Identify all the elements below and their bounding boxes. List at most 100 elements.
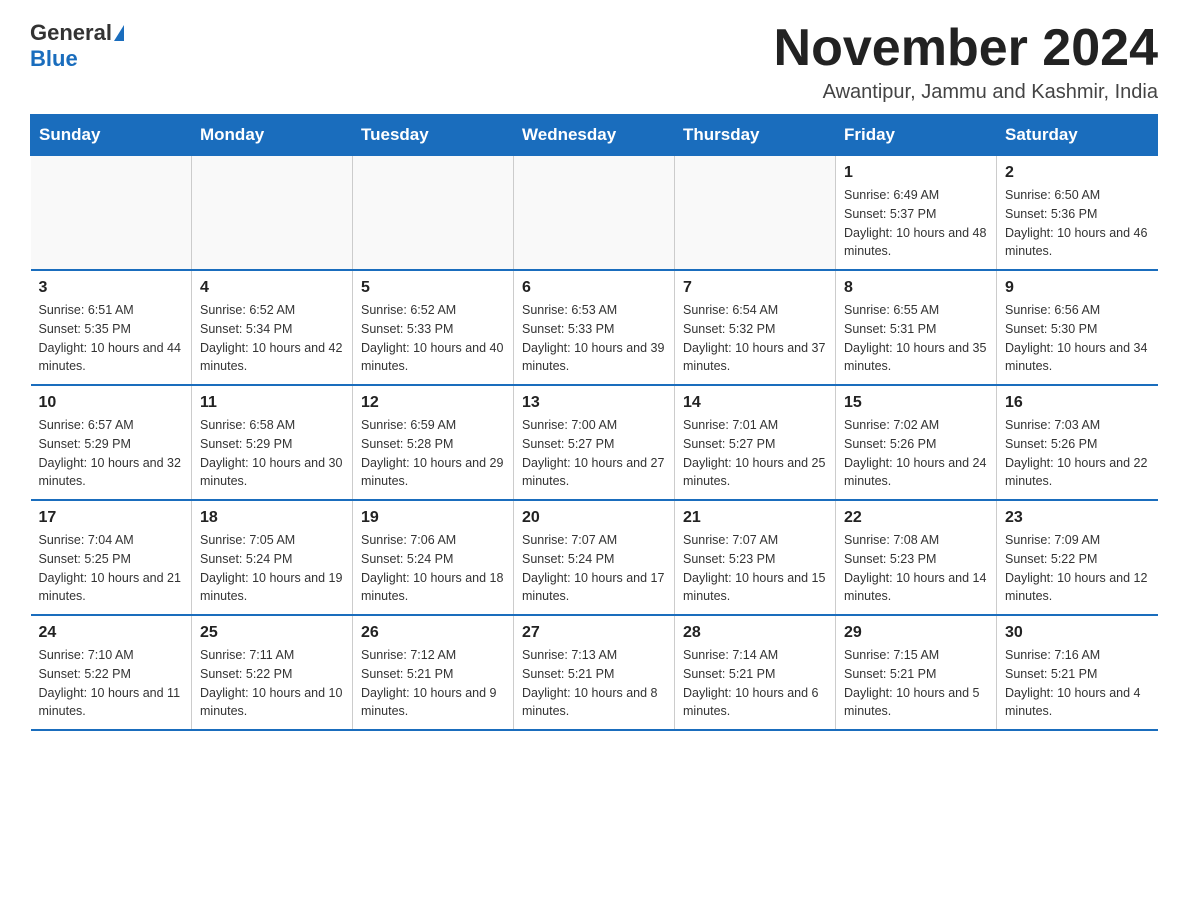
day-info: Sunrise: 7:04 AMSunset: 5:25 PMDaylight:… bbox=[39, 531, 184, 606]
calendar-cell: 30 Sunrise: 7:16 AMSunset: 5:21 PMDayligh… bbox=[997, 615, 1158, 730]
logo: General Blue bbox=[30, 20, 124, 72]
calendar-cell bbox=[192, 156, 353, 271]
day-info: Sunrise: 6:52 AMSunset: 5:33 PMDaylight:… bbox=[361, 301, 505, 376]
day-number: 29 bbox=[844, 624, 988, 642]
day-number: 13 bbox=[522, 394, 666, 412]
day-info: Sunrise: 6:52 AMSunset: 5:34 PMDaylight:… bbox=[200, 301, 344, 376]
day-number: 6 bbox=[522, 279, 666, 297]
calendar-week-row: 3 Sunrise: 6:51 AMSunset: 5:35 PMDaylight… bbox=[31, 270, 1158, 385]
weekday-header-saturday: Saturday bbox=[997, 115, 1158, 156]
day-info: Sunrise: 6:49 AMSunset: 5:37 PMDaylight:… bbox=[844, 186, 988, 261]
day-info: Sunrise: 7:06 AMSunset: 5:24 PMDaylight:… bbox=[361, 531, 505, 606]
day-info: Sunrise: 6:53 AMSunset: 5:33 PMDaylight:… bbox=[522, 301, 666, 376]
day-number: 25 bbox=[200, 624, 344, 642]
calendar-cell: 10Sunrise: 6:57 AMSunset: 5:29 PMDayligh… bbox=[31, 385, 192, 500]
weekday-header-row: SundayMondayTuesdayWednesdayThursdayFrid… bbox=[31, 115, 1158, 156]
page-header: General Blue November 2024 Awantipur, Ja… bbox=[30, 20, 1158, 104]
calendar-cell: 16 Sunrise: 7:03 AMSunset: 5:26 PMDayligh… bbox=[997, 385, 1158, 500]
calendar-cell: 20 Sunrise: 7:07 AMSunset: 5:24 PMDayligh… bbox=[514, 500, 675, 615]
calendar-cell: 19 Sunrise: 7:06 AMSunset: 5:24 PMDayligh… bbox=[353, 500, 514, 615]
title-block: November 2024 Awantipur, Jammu and Kashm… bbox=[774, 20, 1158, 104]
calendar-cell: 28Sunrise: 7:14 AMSunset: 5:21 PMDayligh… bbox=[675, 615, 836, 730]
day-number: 18 bbox=[200, 509, 344, 527]
day-info: Sunrise: 7:07 AMSunset: 5:23 PMDaylight:… bbox=[683, 531, 827, 606]
calendar-cell: 4 Sunrise: 6:52 AMSunset: 5:34 PMDaylight… bbox=[192, 270, 353, 385]
day-number: 26 bbox=[361, 624, 505, 642]
calendar-cell: 23 Sunrise: 7:09 AMSunset: 5:22 PMDayligh… bbox=[997, 500, 1158, 615]
calendar-cell: 1 Sunrise: 6:49 AMSunset: 5:37 PMDaylight… bbox=[836, 156, 997, 271]
calendar-cell: 14Sunrise: 7:01 AMSunset: 5:27 PMDayligh… bbox=[675, 385, 836, 500]
calendar-cell: 11 Sunrise: 6:58 AMSunset: 5:29 PMDayligh… bbox=[192, 385, 353, 500]
day-info: Sunrise: 6:50 AMSunset: 5:36 PMDaylight:… bbox=[1005, 186, 1150, 261]
month-title: November 2024 bbox=[774, 20, 1158, 77]
day-number: 22 bbox=[844, 509, 988, 527]
weekday-header-friday: Friday bbox=[836, 115, 997, 156]
day-number: 20 bbox=[522, 509, 666, 527]
calendar-cell bbox=[675, 156, 836, 271]
day-info: Sunrise: 7:10 AMSunset: 5:22 PMDaylight:… bbox=[39, 646, 184, 721]
calendar-table: SundayMondayTuesdayWednesdayThursdayFrid… bbox=[30, 114, 1158, 731]
calendar-week-row: 10Sunrise: 6:57 AMSunset: 5:29 PMDayligh… bbox=[31, 385, 1158, 500]
day-number: 19 bbox=[361, 509, 505, 527]
day-info: Sunrise: 7:05 AMSunset: 5:24 PMDaylight:… bbox=[200, 531, 344, 606]
weekday-header-wednesday: Wednesday bbox=[514, 115, 675, 156]
day-number: 1 bbox=[844, 164, 988, 182]
day-info: Sunrise: 6:51 AMSunset: 5:35 PMDaylight:… bbox=[39, 301, 184, 376]
calendar-cell: 25 Sunrise: 7:11 AMSunset: 5:22 PMDayligh… bbox=[192, 615, 353, 730]
day-info: Sunrise: 7:02 AMSunset: 5:26 PMDaylight:… bbox=[844, 416, 988, 491]
day-number: 7 bbox=[683, 279, 827, 297]
day-number: 4 bbox=[200, 279, 344, 297]
day-number: 17 bbox=[39, 509, 184, 527]
day-info: Sunrise: 6:55 AMSunset: 5:31 PMDaylight:… bbox=[844, 301, 988, 376]
day-number: 9 bbox=[1005, 279, 1150, 297]
day-number: 8 bbox=[844, 279, 988, 297]
logo-general: General bbox=[30, 20, 112, 46]
day-info: Sunrise: 7:11 AMSunset: 5:22 PMDaylight:… bbox=[200, 646, 344, 721]
day-number: 16 bbox=[1005, 394, 1150, 412]
day-info: Sunrise: 6:58 AMSunset: 5:29 PMDaylight:… bbox=[200, 416, 344, 491]
day-info: Sunrise: 7:09 AMSunset: 5:22 PMDaylight:… bbox=[1005, 531, 1150, 606]
calendar-cell: 2Sunrise: 6:50 AMSunset: 5:36 PMDaylight… bbox=[997, 156, 1158, 271]
day-number: 5 bbox=[361, 279, 505, 297]
calendar-cell: 12Sunrise: 6:59 AMSunset: 5:28 PMDayligh… bbox=[353, 385, 514, 500]
calendar-cell: 26Sunrise: 7:12 AMSunset: 5:21 PMDayligh… bbox=[353, 615, 514, 730]
day-info: Sunrise: 7:03 AMSunset: 5:26 PMDaylight:… bbox=[1005, 416, 1150, 491]
calendar-cell: 17 Sunrise: 7:04 AMSunset: 5:25 PMDayligh… bbox=[31, 500, 192, 615]
day-info: Sunrise: 7:14 AMSunset: 5:21 PMDaylight:… bbox=[683, 646, 827, 721]
day-number: 11 bbox=[200, 394, 344, 412]
day-number: 30 bbox=[1005, 624, 1150, 642]
calendar-cell bbox=[353, 156, 514, 271]
calendar-cell: 7 Sunrise: 6:54 AMSunset: 5:32 PMDaylight… bbox=[675, 270, 836, 385]
day-number: 23 bbox=[1005, 509, 1150, 527]
logo-blue: Blue bbox=[30, 46, 78, 72]
calendar-cell bbox=[514, 156, 675, 271]
calendar-cell: 5 Sunrise: 6:52 AMSunset: 5:33 PMDaylight… bbox=[353, 270, 514, 385]
day-info: Sunrise: 7:16 AMSunset: 5:21 PMDaylight:… bbox=[1005, 646, 1150, 721]
calendar-week-row: 1 Sunrise: 6:49 AMSunset: 5:37 PMDaylight… bbox=[31, 156, 1158, 271]
calendar-week-row: 24 Sunrise: 7:10 AMSunset: 5:22 PMDayligh… bbox=[31, 615, 1158, 730]
day-number: 10 bbox=[39, 394, 184, 412]
day-number: 27 bbox=[522, 624, 666, 642]
day-number: 12 bbox=[361, 394, 505, 412]
calendar-cell: 18 Sunrise: 7:05 AMSunset: 5:24 PMDayligh… bbox=[192, 500, 353, 615]
day-info: Sunrise: 7:15 AMSunset: 5:21 PMDaylight:… bbox=[844, 646, 988, 721]
day-number: 14 bbox=[683, 394, 827, 412]
calendar-cell: 13Sunrise: 7:00 AMSunset: 5:27 PMDayligh… bbox=[514, 385, 675, 500]
day-number: 24 bbox=[39, 624, 184, 642]
calendar-cell: 15Sunrise: 7:02 AMSunset: 5:26 PMDayligh… bbox=[836, 385, 997, 500]
calendar-cell: 21Sunrise: 7:07 AMSunset: 5:23 PMDayligh… bbox=[675, 500, 836, 615]
calendar-week-row: 17 Sunrise: 7:04 AMSunset: 5:25 PMDayligh… bbox=[31, 500, 1158, 615]
day-info: Sunrise: 6:56 AMSunset: 5:30 PMDaylight:… bbox=[1005, 301, 1150, 376]
day-number: 3 bbox=[39, 279, 184, 297]
day-info: Sunrise: 7:07 AMSunset: 5:24 PMDaylight:… bbox=[522, 531, 666, 606]
calendar-cell: 24 Sunrise: 7:10 AMSunset: 5:22 PMDayligh… bbox=[31, 615, 192, 730]
weekday-header-sunday: Sunday bbox=[31, 115, 192, 156]
calendar-cell: 8 Sunrise: 6:55 AMSunset: 5:31 PMDaylight… bbox=[836, 270, 997, 385]
calendar-cell: 27 Sunrise: 7:13 AMSunset: 5:21 PMDayligh… bbox=[514, 615, 675, 730]
logo-triangle-icon bbox=[114, 25, 124, 41]
day-info: Sunrise: 7:13 AMSunset: 5:21 PMDaylight:… bbox=[522, 646, 666, 721]
weekday-header-tuesday: Tuesday bbox=[353, 115, 514, 156]
calendar-cell: 29 Sunrise: 7:15 AMSunset: 5:21 PMDayligh… bbox=[836, 615, 997, 730]
day-info: Sunrise: 6:54 AMSunset: 5:32 PMDaylight:… bbox=[683, 301, 827, 376]
calendar-cell: 6 Sunrise: 6:53 AMSunset: 5:33 PMDaylight… bbox=[514, 270, 675, 385]
